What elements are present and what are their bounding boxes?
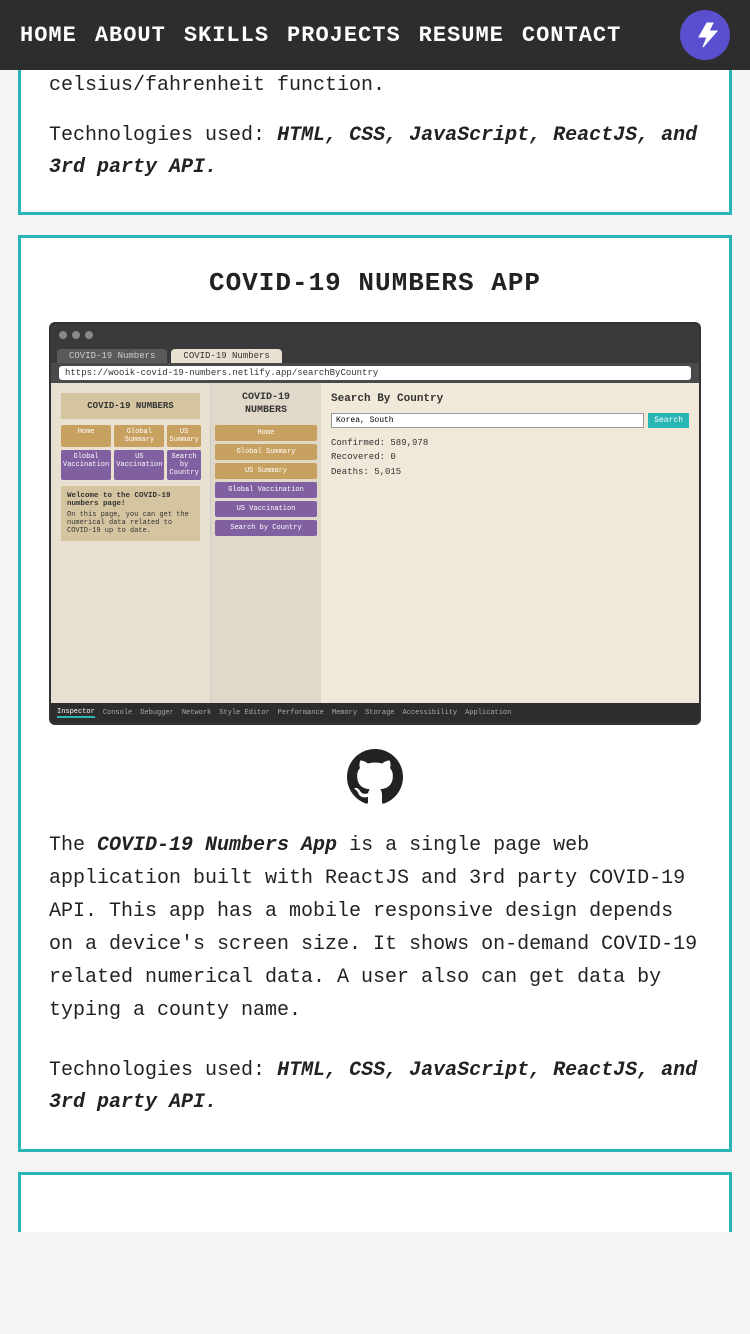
nav-resume[interactable]: RESUME	[419, 23, 504, 48]
devtools-access[interactable]: Accessibility	[403, 709, 458, 717]
browser-tabs-row: COVID-19 Numbers COVID-19 Numbers	[51, 346, 699, 363]
devtools-network[interactable]: Network	[182, 709, 211, 717]
devtools-storage[interactable]: Storage	[365, 709, 394, 717]
bottom-partial-card	[18, 1172, 732, 1232]
app-sidebar-search: Search by Country	[215, 520, 317, 536]
app-mobile-btn-us: US Summary	[167, 425, 200, 447]
app-mobile-btn-uvax: US Vaccination	[114, 450, 164, 480]
app-mobile-panel: COVID-19 NUMBERS Home Global Summary US …	[51, 383, 211, 703]
github-icon	[347, 749, 403, 805]
stat-confirmed: Confirmed: 589,978	[331, 436, 689, 450]
nav-contact[interactable]: CONTACT	[522, 23, 621, 48]
app-desktop-panel: COVID-19NUMBERS Home Global Summary US S…	[211, 383, 699, 703]
devtools-debugger[interactable]: Debugger	[140, 709, 174, 717]
devtools-console[interactable]: Console	[103, 709, 132, 717]
covid-project-card: COVID-19 NUMBERS APP COVID-19 Numbers CO…	[18, 235, 732, 1152]
app-welcome-box: Welcome to the COVID-19 numbers page! On…	[61, 486, 200, 541]
app-sidebar-home: Home	[215, 425, 317, 441]
nav-skills[interactable]: SKILLS	[184, 23, 269, 48]
devtools-app[interactable]: Application	[465, 709, 511, 717]
avatar[interactable]	[680, 10, 730, 60]
app-stats: Confirmed: 589,978 Recovered: 0 Deaths: …	[331, 436, 689, 479]
nav-home[interactable]: HOME	[20, 23, 77, 48]
devtools-perf[interactable]: Performance	[278, 709, 324, 717]
github-link[interactable]	[49, 749, 701, 805]
browser-tab-1[interactable]: COVID-19 Numbers	[57, 349, 167, 363]
browser-dot-red	[59, 331, 67, 339]
stat-deaths: Deaths: 5,015	[331, 465, 689, 479]
covid-project-title: COVID-19 NUMBERS APP	[49, 268, 701, 298]
app-desktop-logo: COVID-19NUMBERS	[215, 391, 317, 417]
app-sidebar-us: US Summary	[215, 463, 317, 479]
app-sidebar-uvax: US Vaccination	[215, 501, 317, 517]
browser-tab-2[interactable]: COVID-19 Numbers	[171, 349, 281, 363]
app-mobile-btn-home: Home	[61, 425, 111, 447]
partial-top-card: celsius/fahrenheit function. Technologie…	[18, 70, 732, 215]
app-main-content: Search By Country Search Confirmed: 589,…	[321, 383, 699, 703]
app-sidebar-global: Global Summary	[215, 444, 317, 460]
navigation: HOME ABOUT SKILLS PROJECTS RESUME CONTAC…	[0, 0, 750, 70]
app-desktop-sidebar: COVID-19NUMBERS Home Global Summary US S…	[211, 383, 321, 703]
avatar-icon	[689, 19, 721, 51]
covid-description: The COVID-19 Numbers App is a single pag…	[49, 829, 701, 1027]
browser-body: COVID-19 NUMBERS Home Global Summary US …	[51, 383, 699, 703]
app-mobile-btn-search: Search by Country	[167, 450, 200, 480]
stat-recovered: Recovered: 0	[331, 450, 689, 464]
browser-dot-yellow	[72, 331, 80, 339]
devtools-inspector[interactable]: Inspector	[57, 708, 95, 718]
app-mobile-btn-gvax: Global Vaccination	[61, 450, 111, 480]
app-search-heading: Search By Country	[331, 393, 689, 405]
browser-mockup: COVID-19 Numbers COVID-19 Numbers https:…	[49, 322, 701, 725]
app-search-input[interactable]	[331, 413, 644, 428]
covid-tech-text: Technologies used: HTML, CSS, JavaScript…	[49, 1055, 701, 1119]
browser-address-field[interactable]: https://wooik-covid-19-numbers.netlify.a…	[59, 366, 691, 380]
devtools-style[interactable]: Style Editor	[219, 709, 269, 717]
devtools-memory[interactable]: Memory	[332, 709, 357, 717]
app-mobile-btn-global: Global Summary	[114, 425, 164, 447]
app-sidebar-gvax: Global Vaccination	[215, 482, 317, 498]
browser-dot-green	[85, 331, 93, 339]
app-mobile-nav: Home Global Summary US Summary Global Va…	[61, 425, 200, 480]
partial-tech-text: Technologies used: HTML, CSS, JavaScript…	[49, 120, 701, 184]
app-search-button[interactable]: Search	[648, 413, 689, 428]
browser-top-bar	[51, 324, 699, 346]
nav-links: HOME ABOUT SKILLS PROJECTS RESUME CONTAC…	[20, 23, 621, 48]
app-welcome-body: On this page, you can get the numerical …	[67, 511, 194, 535]
app-search-row: Search	[331, 413, 689, 428]
nav-projects[interactable]: PROJECTS	[287, 23, 401, 48]
partial-celsius-text: celsius/fahrenheit function.	[49, 70, 701, 102]
app-mobile-logo: COVID-19 NUMBERS	[61, 393, 200, 419]
browser-devtools: Inspector Console Debugger Network Style…	[51, 703, 699, 723]
nav-about[interactable]: ABOUT	[95, 23, 166, 48]
app-welcome-title: Welcome to the COVID-19 numbers page!	[67, 492, 194, 508]
browser-address-bar-row: https://wooik-covid-19-numbers.netlify.a…	[51, 363, 699, 383]
